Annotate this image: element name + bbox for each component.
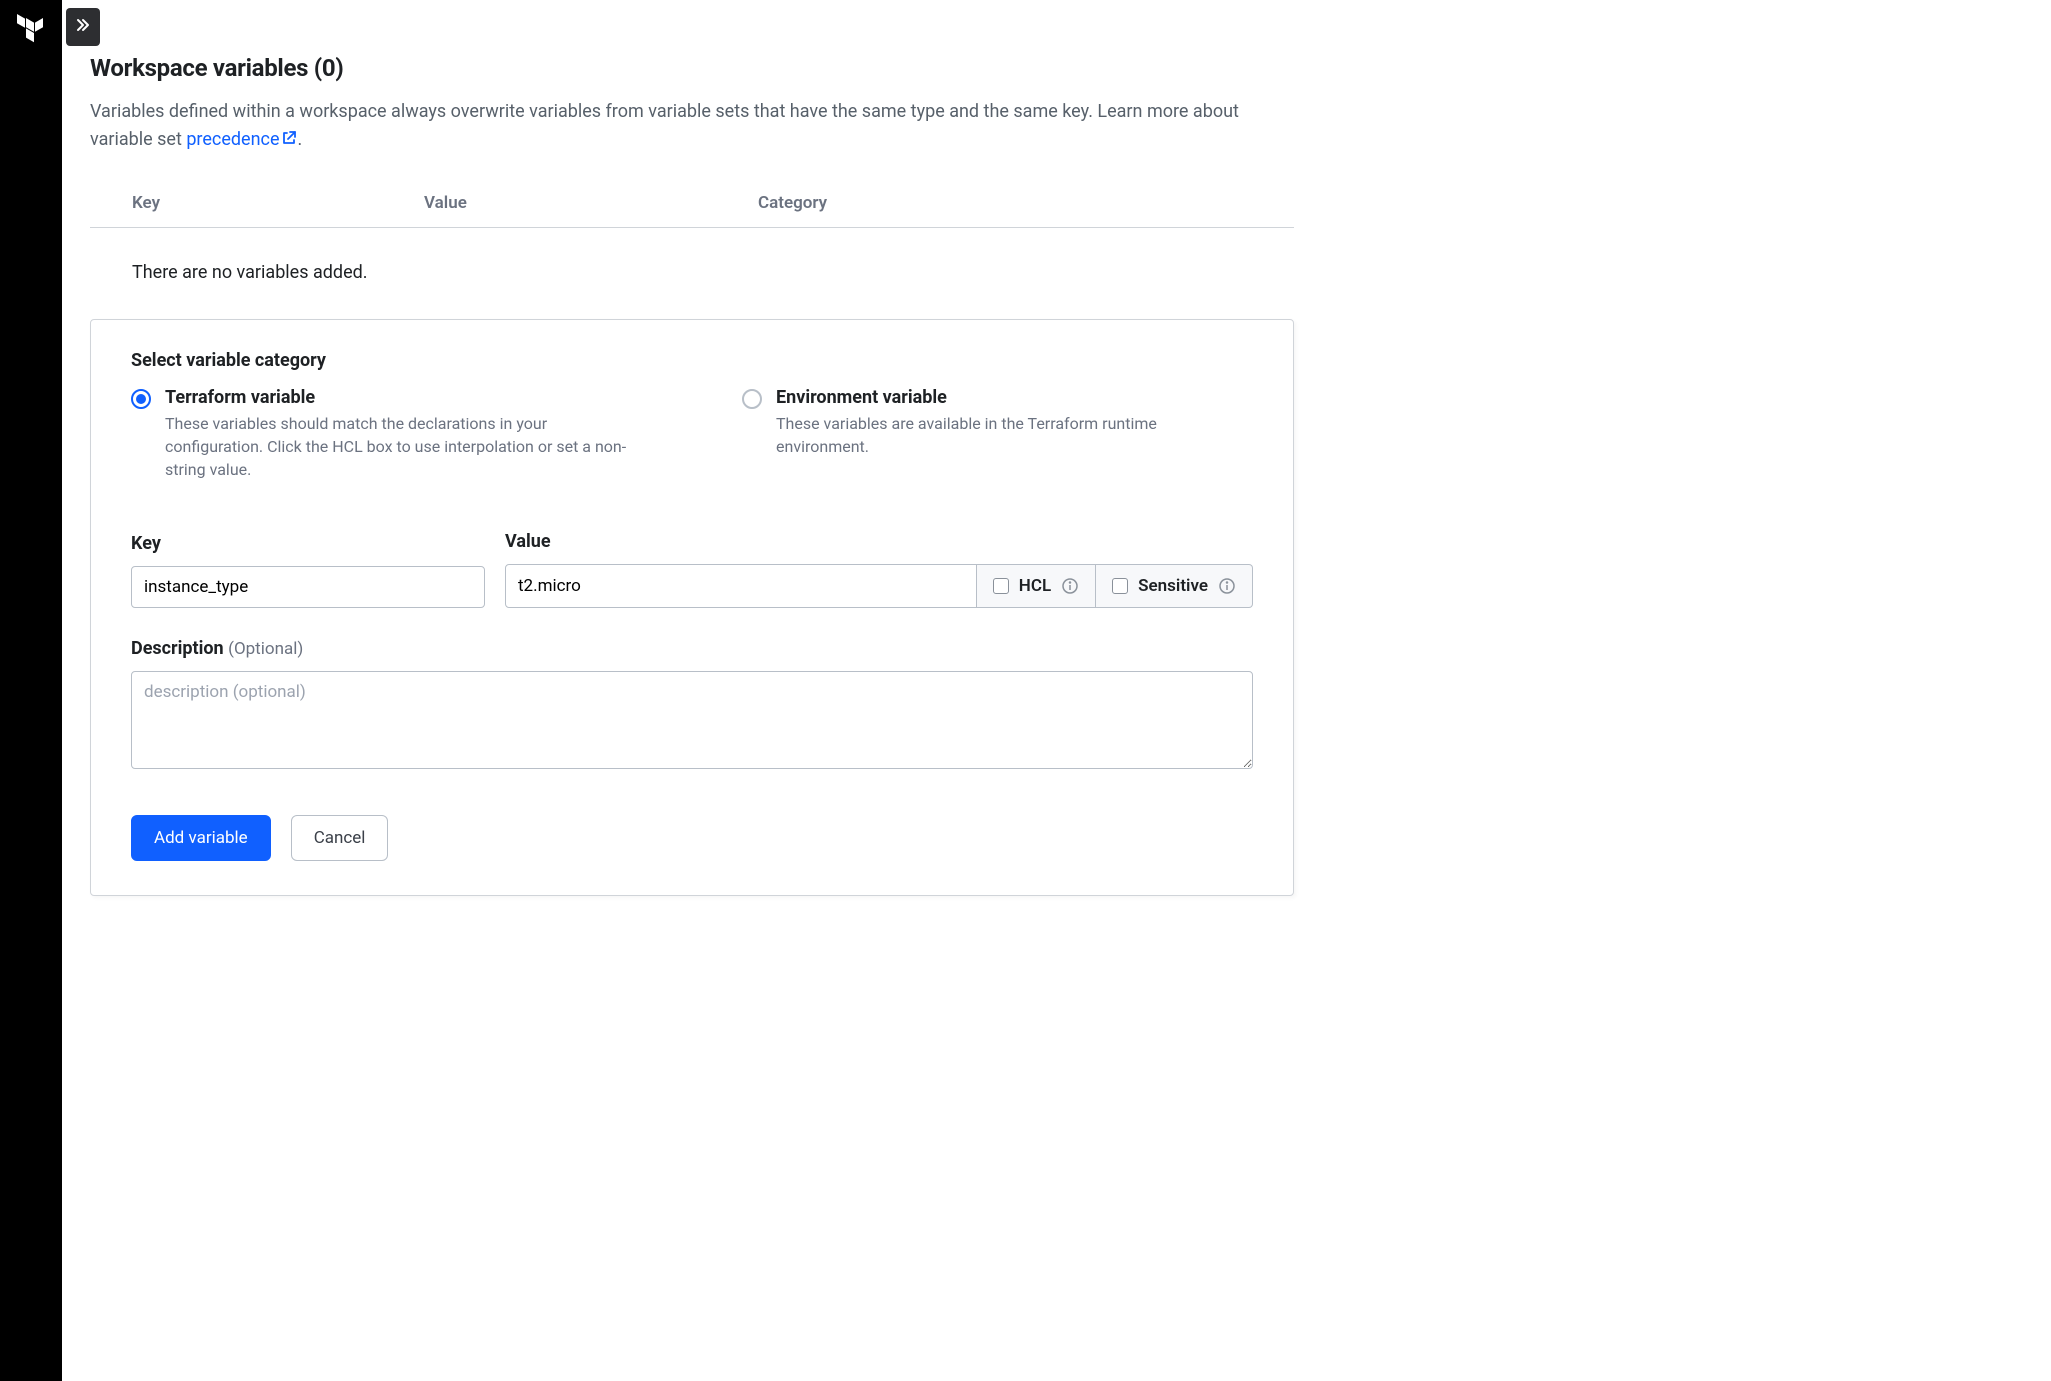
checkbox-icon (993, 578, 1009, 594)
sidebar (0, 0, 62, 1381)
variables-table-header: Key Value Category (90, 193, 1294, 228)
expand-sidebar-button[interactable] (66, 8, 100, 46)
description-textarea[interactable] (131, 671, 1253, 769)
radio-label: Environment variable (776, 387, 1253, 408)
radio-icon (742, 389, 762, 409)
hcl-checkbox[interactable]: HCL (977, 564, 1096, 608)
radio-icon (131, 389, 151, 409)
key-field-label: Key (131, 533, 485, 554)
precedence-link[interactable]: precedence (186, 129, 297, 150)
key-input[interactable] (131, 566, 485, 608)
empty-state-message: There are no variables added. (90, 262, 1294, 283)
checkbox-icon (1112, 578, 1128, 594)
external-link-icon (281, 127, 297, 155)
category-section-title: Select variable category (131, 350, 1253, 371)
column-header-category: Category (758, 193, 827, 213)
sensitive-checkbox[interactable]: Sensitive (1096, 564, 1253, 608)
intro-text: Variables defined within a workspace alw… (90, 98, 1294, 155)
description-field-label: Description (Optional) (131, 638, 1253, 659)
radio-terraform-variable[interactable]: Terraform variable These variables shoul… (131, 387, 642, 482)
add-variable-form: Select variable category Terraform varia… (90, 319, 1294, 897)
info-icon[interactable] (1061, 577, 1079, 595)
radio-environment-variable[interactable]: Environment variable These variables are… (742, 387, 1253, 482)
radio-description: These variables should match the declara… (165, 412, 642, 482)
add-variable-button[interactable]: Add variable (131, 815, 271, 861)
column-header-value: Value (424, 193, 758, 213)
page-title: Workspace variables (0) (90, 54, 1294, 82)
radio-description: These variables are available in the Ter… (776, 412, 1253, 458)
column-header-key: Key (132, 193, 424, 213)
chevron-right-double-icon (75, 17, 91, 37)
radio-label: Terraform variable (165, 387, 642, 408)
value-field-label: Value (505, 531, 1253, 552)
cancel-button[interactable]: Cancel (291, 815, 389, 861)
value-input[interactable] (505, 564, 977, 608)
info-icon[interactable] (1218, 577, 1236, 595)
terraform-logo-icon (15, 14, 47, 46)
